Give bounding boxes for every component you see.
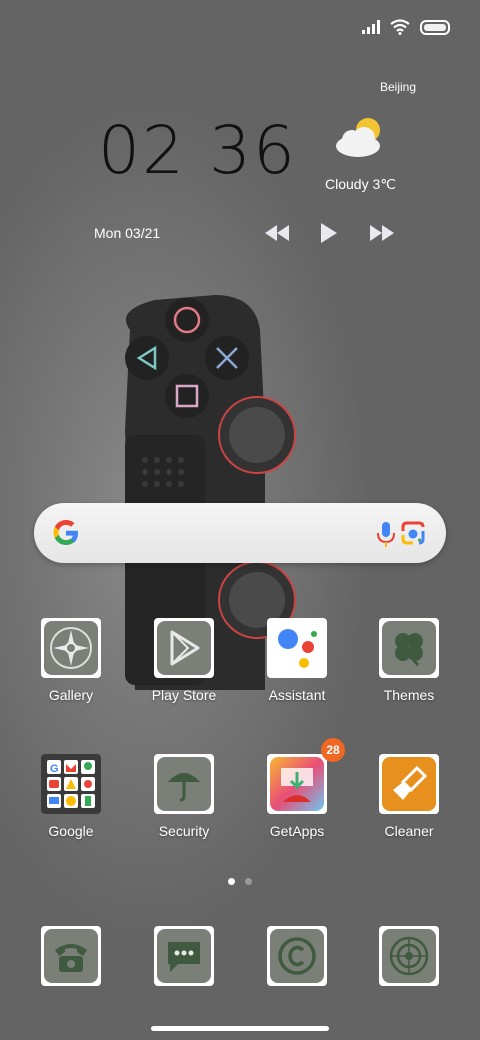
app-label: GetApps	[269, 823, 325, 839]
notification-badge: 28	[321, 738, 345, 762]
fast-forward-icon	[370, 225, 394, 241]
app-google-folder[interactable]: G Google	[21, 754, 121, 839]
target-icon	[379, 926, 439, 986]
messages-icon	[154, 926, 214, 986]
rewind-button[interactable]	[262, 222, 292, 244]
app-label: Gallery	[48, 687, 94, 703]
dock-camera[interactable]	[359, 926, 459, 986]
app-label: Assistant	[268, 687, 326, 703]
app-themes[interactable]: Themes	[359, 618, 459, 703]
app-gallery[interactable]: Gallery	[21, 618, 121, 703]
svg-text:G: G	[50, 763, 59, 775]
battery-icon	[420, 19, 450, 35]
app-label: Themes	[383, 687, 435, 703]
page-indicator[interactable]	[228, 878, 252, 885]
clock-time[interactable]: 02 36	[98, 112, 297, 189]
dock-phone[interactable]	[21, 926, 121, 986]
wifi-icon	[390, 19, 410, 35]
dock-messages[interactable]	[134, 926, 234, 986]
play-store-icon	[154, 618, 214, 678]
app-assistant[interactable]: Assistant	[247, 618, 347, 703]
google-g-icon	[53, 520, 78, 545]
microphone-icon[interactable]	[375, 520, 397, 548]
broom-icon	[379, 754, 439, 814]
google-search-bar[interactable]	[34, 503, 446, 563]
gesture-navigation-bar[interactable]	[151, 1026, 329, 1031]
clover-icon	[379, 618, 439, 678]
app-label: Play Store	[151, 687, 217, 703]
page-dot[interactable]	[245, 878, 252, 885]
cloudy-weather-icon[interactable]	[334, 116, 386, 160]
signal-icon	[362, 20, 380, 34]
app-security[interactable]: Security	[134, 754, 234, 839]
app-label: Cleaner	[384, 823, 434, 839]
weather-condition[interactable]: Cloudy 3℃	[325, 176, 396, 193]
gallery-icon	[41, 618, 101, 678]
getapps-icon: 28	[267, 738, 345, 814]
umbrella-icon	[154, 754, 214, 814]
dock-browser[interactable]	[247, 926, 347, 986]
copyright-icon	[267, 926, 327, 986]
page-dot-active[interactable]	[228, 878, 235, 885]
app-play-store[interactable]: Play Store	[134, 618, 234, 703]
app-label: Google	[48, 823, 94, 839]
play-icon	[321, 223, 337, 243]
date-text[interactable]: Mon 03/21	[94, 225, 160, 241]
app-label: Security	[158, 823, 210, 839]
phone-icon	[41, 926, 101, 986]
app-cleaner[interactable]: Cleaner	[359, 754, 459, 839]
weather-city[interactable]: Beijing	[380, 80, 416, 94]
play-button[interactable]	[314, 222, 344, 244]
lens-camera-icon[interactable]	[400, 520, 426, 546]
status-bar	[362, 14, 450, 40]
app-getapps[interactable]: 28 GetApps	[247, 738, 347, 839]
assistant-icon	[267, 618, 327, 678]
google-folder-icon: G	[41, 754, 101, 814]
fast-forward-button[interactable]	[367, 222, 397, 244]
rewind-icon	[265, 225, 289, 241]
